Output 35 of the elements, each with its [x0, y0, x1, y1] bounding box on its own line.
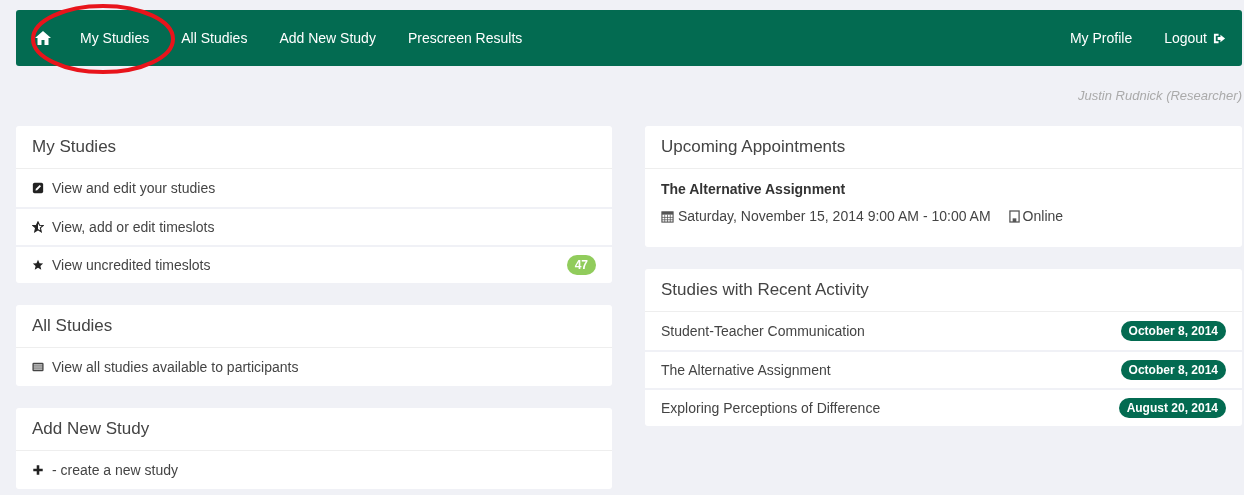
study-link[interactable]: Student-Teacher Communication	[661, 320, 1121, 342]
appointment-title: The Alternative Assignment	[661, 180, 847, 199]
nav-link[interactable]: Logout	[1132, 27, 1226, 49]
panel-title: Upcoming Appointments	[661, 136, 846, 159]
panel-link[interactable]: View uncredited timeslots 47	[16, 245, 612, 283]
logout-icon	[1213, 31, 1226, 45]
study-link[interactable]: Exploring Perceptions of Difference	[661, 397, 1119, 419]
list-icon	[32, 361, 44, 373]
nav-link[interactable]: Prescreen Results	[391, 27, 539, 49]
plus-icon	[32, 464, 44, 476]
study-link[interactable]: The Alternative Assignment	[661, 359, 1121, 381]
panel-title: All Studies	[32, 315, 113, 338]
nav-link[interactable]: Add New Study	[263, 27, 392, 49]
star-icon	[32, 259, 44, 271]
panel-link[interactable]: - create a new study	[16, 451, 612, 489]
date-badge: October 8, 2014	[1120, 360, 1226, 380]
half-star-icon	[32, 221, 44, 233]
nav-link[interactable]: My Profile	[1037, 27, 1133, 49]
panel-link[interactable]: View and edit your studies	[16, 169, 612, 207]
panel-link[interactable]: View, add or edit timeslots	[16, 207, 612, 245]
count-badge: 47	[566, 255, 596, 275]
panel-link[interactable]: View all studies available to participants	[16, 348, 612, 386]
edit-icon	[32, 182, 44, 194]
user-name: Justin Rudnick (Researcher)	[1078, 87, 1242, 106]
building-icon	[1008, 210, 1020, 223]
panel-title: Studies with Recent Activity	[661, 279, 869, 302]
panel-title: Add New Study	[32, 418, 150, 441]
date-badge: August 20, 2014	[1118, 398, 1226, 418]
home-icon[interactable]	[34, 30, 52, 46]
appointment-location: Online	[1022, 207, 1064, 226]
date-badge: October 8, 2014	[1120, 321, 1226, 341]
calendar-icon	[661, 210, 674, 223]
nav-link[interactable]: All Studies	[165, 27, 264, 49]
appointment-time: Saturday, November 15, 2014 9:00 AM - 10:00 AM	[678, 207, 991, 226]
panel-title: My Studies	[32, 136, 117, 159]
